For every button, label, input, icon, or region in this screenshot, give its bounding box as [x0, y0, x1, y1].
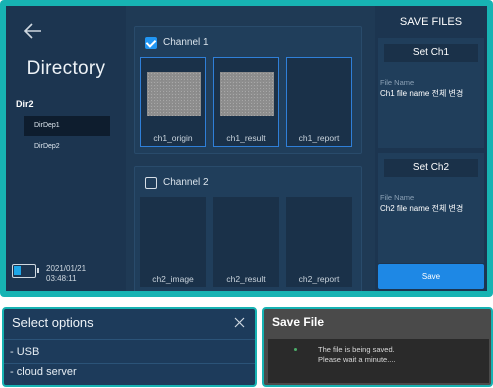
tile-ch1-result[interactable]: ch1_result	[213, 57, 279, 147]
save-files-panel: SAVE FILES Set Ch1 File Name Ch1 file na…	[375, 6, 487, 291]
channel-1-label: Channel 1	[163, 37, 209, 48]
tile-caption: ch1_origin	[153, 133, 193, 143]
ch1-file-name-value: Ch1 file name 전체 변경	[380, 89, 464, 98]
channel-2-group: Channel 2 ch2_image ch2_result ch2_repor…	[134, 166, 362, 291]
ch2-file-name-value: Ch2 file name 전체 변경	[380, 204, 464, 213]
dialog-title: Save File	[272, 315, 325, 329]
battery-icon	[12, 264, 39, 278]
set-ch2-button[interactable]: Set Ch2	[384, 159, 478, 177]
save-message: The file is being saved. Please wait a m…	[318, 345, 396, 365]
option-usb[interactable]: - USB	[10, 346, 39, 358]
channel-1-group: Channel 1 ch1_origin ch1_result ch1_repo…	[134, 26, 362, 154]
dialog-body: The file is being saved. Please wait a m…	[268, 339, 489, 383]
ch2-settings: Set Ch2 File Name Ch2 file name 전체 변경	[378, 153, 484, 263]
progress-dot-icon	[294, 348, 297, 351]
directory-title: Directory	[26, 58, 106, 79]
select-options-dialog: Select options - USB - cloud server	[2, 307, 257, 387]
divider	[4, 339, 255, 340]
tile-ch1-report[interactable]: ch1_report	[286, 57, 352, 147]
directory-item-dirdep2[interactable]: DirDep2	[24, 137, 110, 157]
file-name-label: File Name	[380, 193, 415, 202]
dialog-title: Select options	[12, 315, 94, 330]
tile-caption: ch2_report	[298, 274, 340, 284]
tile-ch2-result[interactable]: ch2_result	[213, 197, 279, 287]
time-text: 03:48:11	[46, 274, 77, 283]
tile-caption: ch2_image	[152, 274, 194, 284]
option-cloud-server[interactable]: - cloud server	[10, 366, 77, 378]
tile-ch2-report[interactable]: ch2_report	[286, 197, 352, 287]
divider	[4, 363, 255, 364]
save-file-dialog: Save File The file is being saved. Pleas…	[262, 307, 493, 387]
datetime: 2021/01/21 03:48:11	[46, 264, 86, 284]
directory-panel: Directory Dir2 DirDep1 DirDep2 2021/01/2…	[6, 6, 126, 291]
tile-caption: ch2_result	[226, 274, 266, 284]
close-icon[interactable]	[234, 317, 245, 328]
thumbnail-image	[220, 72, 274, 116]
channel-2-checkbox[interactable]	[145, 177, 157, 189]
directory-item-dirdep1[interactable]: DirDep1	[24, 116, 110, 136]
tile-caption: ch1_result	[226, 133, 266, 143]
set-ch1-button[interactable]: Set Ch1	[384, 44, 478, 62]
channel-1-checkbox[interactable]	[145, 37, 157, 49]
message-line-1: The file is being saved.	[318, 345, 395, 354]
tile-ch2-image[interactable]: ch2_image	[140, 197, 206, 287]
back-arrow-icon[interactable]	[22, 20, 44, 42]
ch1-settings: Set Ch1 File Name Ch1 file name 전체 변경	[378, 38, 484, 148]
tile-ch1-origin[interactable]: ch1_origin	[140, 57, 206, 147]
directory-name: Dir2	[16, 99, 34, 109]
channels-panel: Channel 1 ch1_origin ch1_result ch1_repo…	[126, 6, 375, 291]
channel-2-label: Channel 2	[163, 177, 209, 188]
date-text: 2021/01/21	[46, 264, 87, 273]
device-frame: Directory Dir2 DirDep1 DirDep2 2021/01/2…	[0, 0, 493, 297]
app-screen: Directory Dir2 DirDep1 DirDep2 2021/01/2…	[6, 6, 487, 291]
tile-caption: ch1_report	[298, 133, 340, 143]
save-files-title: SAVE FILES	[399, 16, 463, 28]
file-name-label: File Name	[380, 78, 415, 87]
save-button[interactable]: Save	[378, 264, 484, 289]
thumbnail-image	[147, 72, 201, 116]
message-line-2: Please wait a minute....	[318, 355, 396, 364]
